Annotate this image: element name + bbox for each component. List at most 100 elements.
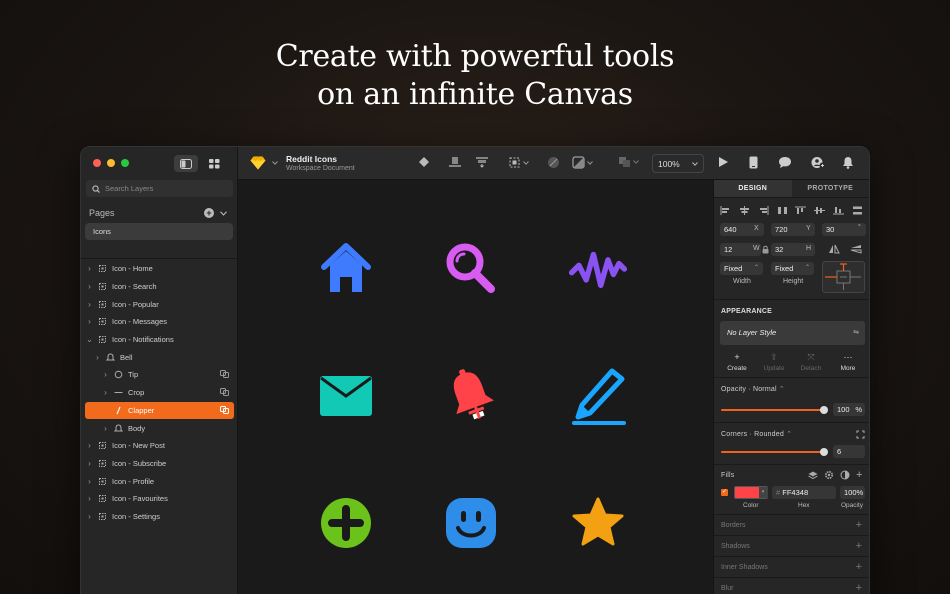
layer-row[interactable]: › Icon - New Post (85, 437, 234, 455)
boolean-ops-button[interactable] (572, 156, 593, 169)
layer-row[interactable]: › Body (85, 419, 234, 437)
disclosure-chevron-icon[interactable]: › (85, 282, 94, 291)
components-view-button[interactable] (202, 155, 226, 172)
disclosure-chevron-icon[interactable]: › (101, 370, 110, 379)
home-icon[interactable] (316, 239, 376, 299)
expand-corners-icon[interactable] (856, 430, 865, 439)
add-icon[interactable]: + (856, 561, 862, 573)
union-button[interactable] (618, 156, 639, 168)
disclosure-chevron-icon[interactable]: ⌄ (85, 335, 94, 344)
pencil-icon[interactable] (568, 366, 628, 426)
add-post-icon[interactable] (316, 493, 376, 553)
fill-opacity-field[interactable]: 100% (840, 486, 865, 499)
boolean-op-icon[interactable] (220, 405, 229, 416)
width-mode-select[interactable]: Fixed ⌃ (720, 262, 763, 275)
section-borders[interactable]: Borders + (714, 514, 869, 535)
page-item-icons[interactable]: Icons (85, 223, 233, 240)
add-icon[interactable]: + (856, 540, 862, 552)
disclosure-chevron-icon[interactable]: › (85, 459, 94, 468)
search-layers-input[interactable]: Search Layers (86, 180, 233, 197)
notifications-button[interactable] (842, 156, 854, 169)
chevron-down-icon[interactable] (272, 161, 278, 165)
flip-vertical-icon[interactable] (850, 244, 862, 254)
corners-slider-track[interactable] (721, 451, 823, 453)
chevron-down-icon[interactable] (220, 210, 227, 216)
disclosure-chevron-icon[interactable]: › (85, 494, 94, 503)
layer-row[interactable]: › Icon - Search (85, 278, 234, 296)
boolean-op-icon[interactable] (220, 387, 229, 398)
lock-icon[interactable] (762, 245, 769, 254)
opacity-slider-track[interactable] (721, 409, 823, 411)
more-style-button[interactable]: ··· More (831, 352, 865, 372)
align-right-icon[interactable] (758, 206, 769, 215)
close-window-button[interactable] (93, 159, 101, 167)
corners-slider-knob[interactable] (820, 448, 828, 456)
opacity-field[interactable]: 100% (833, 403, 865, 416)
layer-row[interactable]: › Icon - Popular (85, 295, 234, 313)
layer-row[interactable]: › Icon - Messages (85, 313, 234, 331)
document-title[interactable]: Reddit Icons (286, 154, 337, 164)
distribute-h-icon[interactable] (777, 206, 788, 215)
detach-style-button[interactable]: ⤧ Detach (794, 352, 828, 372)
layer-row[interactable]: › Bell (85, 348, 234, 366)
bell-icon[interactable] (441, 366, 501, 426)
disclosure-chevron-icon[interactable]: › (101, 424, 110, 433)
canvas[interactable] (238, 180, 713, 594)
align-bottom-button[interactable] (448, 156, 462, 168)
star-icon[interactable] (568, 493, 628, 553)
messages-envelope-icon[interactable] (316, 366, 376, 426)
layer-row[interactable]: › Tip (85, 366, 234, 384)
align-middle-icon[interactable] (814, 206, 826, 215)
frame-tool-button[interactable] (508, 156, 529, 169)
add-page-icon[interactable]: + (204, 208, 214, 218)
align-left-icon[interactable] (720, 206, 731, 215)
popular-wave-icon[interactable] (568, 239, 628, 299)
gear-icon[interactable] (824, 470, 834, 480)
disclosure-chevron-icon[interactable]: › (85, 512, 94, 521)
add-icon[interactable]: + (856, 582, 862, 594)
opacity-slider-knob[interactable] (820, 406, 828, 414)
tab-prototype[interactable]: PROTOTYPE (792, 180, 870, 197)
disclosure-chevron-icon[interactable]: › (85, 264, 94, 273)
insert-symbol-button[interactable] (418, 156, 430, 168)
section-shadows[interactable]: Shadows + (714, 535, 869, 556)
zoom-window-button[interactable] (121, 159, 129, 167)
corners-title[interactable]: Corners · Rounded ⌃ (721, 430, 792, 438)
opacity-title[interactable]: Opacity · Normal ⌃ (721, 385, 785, 393)
disclosure-chevron-icon[interactable]: › (85, 300, 94, 309)
disclosure-chevron-icon[interactable]: › (85, 317, 94, 326)
distribute-v-icon[interactable] (852, 206, 863, 215)
section-blur[interactable]: Blur + (714, 577, 869, 594)
disclosure-chevron-icon[interactable]: › (93, 353, 102, 362)
align-top-icon[interactable] (795, 206, 807, 215)
mirror-device-button[interactable] (749, 156, 758, 169)
minimize-window-button[interactable] (107, 159, 115, 167)
fill-hex-field[interactable]: # FF4348 (772, 486, 836, 499)
fill-color-swatch[interactable]: ◐ (734, 486, 768, 499)
layer-row[interactable]: › Icon - Subscribe (85, 455, 234, 473)
disclosure-chevron-icon[interactable]: › (101, 388, 110, 397)
search-icon[interactable] (441, 239, 501, 299)
mask-button[interactable] (547, 156, 560, 169)
fill-enabled-checkbox[interactable]: ✓ (721, 489, 728, 496)
update-style-button[interactable]: ⇪ Update (757, 352, 791, 372)
disclosure-chevron-icon[interactable]: › (85, 477, 94, 486)
add-icon[interactable]: + (856, 519, 862, 531)
layer-row[interactable]: › Icon - Favourites (85, 490, 234, 508)
layer-row[interactable]: › Icon - Settings (85, 508, 234, 526)
resizing-constraints-widget[interactable] (822, 261, 865, 293)
layer-style-select[interactable]: No Layer Style ⇋ (720, 321, 865, 345)
create-style-button[interactable]: + Create (720, 352, 754, 372)
zoom-select[interactable]: 100% (652, 154, 704, 173)
layer-row[interactable]: › Icon - Home (85, 260, 234, 278)
share-button[interactable] (811, 156, 826, 169)
tab-design[interactable]: DESIGN (714, 180, 792, 197)
distribute-button[interactable] (475, 156, 489, 168)
disclosure-chevron-icon[interactable]: › (85, 441, 94, 450)
profile-face-icon[interactable] (441, 493, 501, 553)
preview-play-button[interactable] (718, 156, 729, 168)
flip-horizontal-icon[interactable] (828, 244, 840, 254)
corners-field[interactable]: 6 (833, 445, 865, 458)
section-inner-shadows[interactable]: Inner Shadows + (714, 556, 869, 577)
layer-row-selected[interactable]: Clapper (85, 401, 234, 420)
